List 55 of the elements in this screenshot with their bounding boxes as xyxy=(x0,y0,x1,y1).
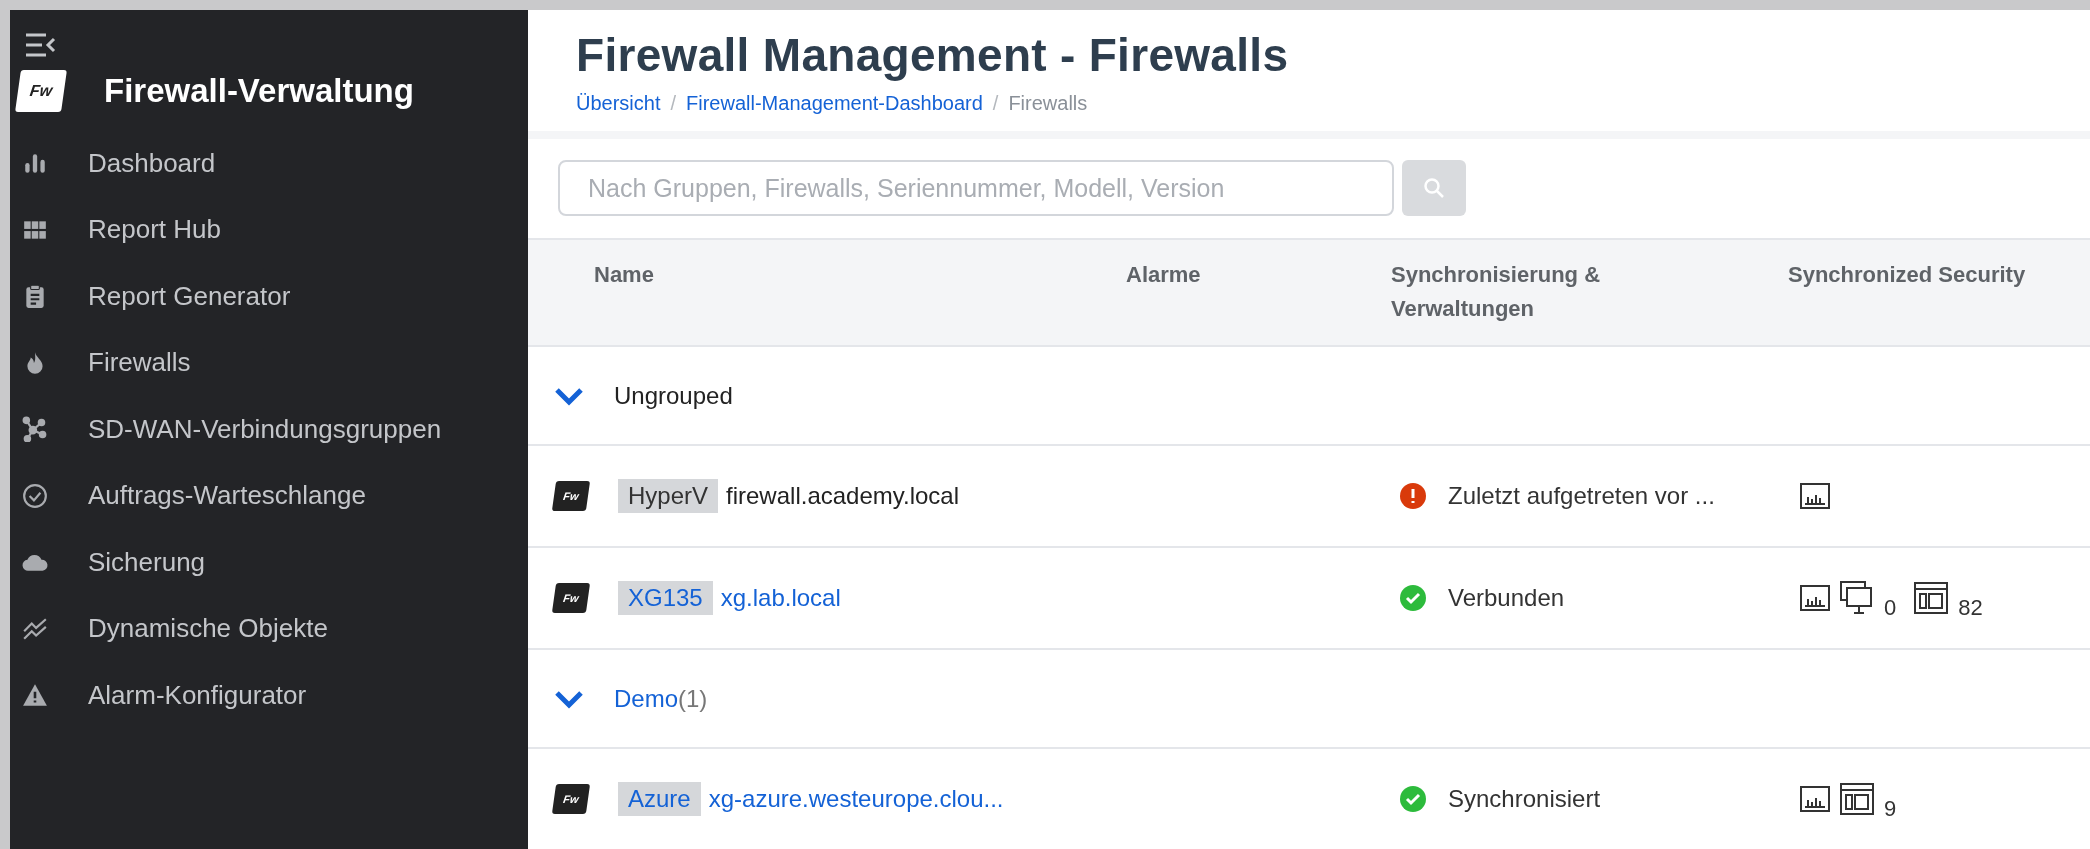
chart-icon[interactable] xyxy=(1800,786,1830,812)
column-header: Alarme xyxy=(1126,260,1201,289)
column-header: Synchronized Security xyxy=(1788,260,2026,289)
warning-icon xyxy=(22,682,48,709)
hostname-link[interactable]: xg.lab.local xyxy=(720,584,841,612)
check-icon xyxy=(1400,585,1426,611)
check-icon xyxy=(1400,786,1426,812)
column-header: Name xyxy=(594,260,654,289)
chevron-icon[interactable] xyxy=(554,385,584,406)
breadcrumb-link[interactable]: Übersicht xyxy=(576,92,661,115)
breadcrumb-separator: / xyxy=(992,92,999,115)
sidebar-item[interactable]: Alarm-Konfigurator xyxy=(10,662,528,729)
status-text: Synchronisiert xyxy=(1448,785,1601,813)
menu-icon[interactable] xyxy=(24,32,56,58)
sidebar-item[interactable]: Auftrags-Warteschlange xyxy=(10,462,528,529)
chart-icon[interactable] xyxy=(1800,585,1830,611)
sidebar-item[interactable]: Sicherung xyxy=(10,529,528,596)
hostname-link[interactable]: xg-azure.westeurope.clou... xyxy=(708,785,1004,813)
error-icon xyxy=(1400,483,1426,509)
check-circle-icon xyxy=(22,482,48,509)
brand-logo: Fw xyxy=(15,70,67,112)
sidebar-item[interactable]: Firewalls xyxy=(10,329,528,396)
status-text: Verbunden xyxy=(1448,584,1565,612)
page-title: Firewall Management - Firewalls xyxy=(576,28,1290,82)
brand-title: Firewall-Verwaltung xyxy=(104,72,414,110)
model-tag: Azure xyxy=(618,782,701,816)
chevron-icon[interactable] xyxy=(554,688,584,709)
breadcrumb-link[interactable]: Firewall-Management-Dashboard xyxy=(686,92,983,115)
sidebar-item[interactable]: Report Hub xyxy=(10,196,528,263)
column-header: Synchronisierung & Verwaltungen xyxy=(1391,260,1602,323)
group-name[interactable]: Demo(1) xyxy=(614,684,708,713)
search-icon xyxy=(1423,177,1445,200)
chart-icon[interactable] xyxy=(1800,483,1830,509)
breadcrumb-separator: / xyxy=(670,92,677,115)
sidebar-item[interactable]: Report Generator xyxy=(10,263,528,330)
breadcrumb-current: Firewalls xyxy=(1008,92,1088,115)
sidebar-item[interactable]: Dashboard xyxy=(10,130,528,197)
sidebar-item[interactable]: Dynamische Objekte xyxy=(10,595,528,662)
firewall-logo: Fw xyxy=(551,481,591,511)
status-text: Zuletzt aufgetreten vor ... xyxy=(1448,482,1715,510)
count: 82 xyxy=(1958,595,1983,621)
window-icon[interactable] xyxy=(1914,582,1949,614)
search-field[interactable]: Nach Gruppen, Firewalls, Seriennummer, Modell, Version xyxy=(558,160,1394,217)
model-tag: HyperV xyxy=(618,479,719,513)
count: 0 xyxy=(1884,595,1897,621)
hostname: firewall.academy.local xyxy=(726,482,959,510)
group-name: Ungrouped xyxy=(614,381,733,410)
firewall-logo: Fw xyxy=(551,784,591,814)
count: 9 xyxy=(1884,796,1897,822)
firewall-logo: Fw xyxy=(551,583,591,613)
monitor-icon[interactable] xyxy=(1840,581,1874,615)
nodes-icon xyxy=(22,416,48,443)
window-icon[interactable] xyxy=(1840,783,1874,815)
model-tag: XG135 xyxy=(618,581,713,615)
sidebar-item[interactable]: SD-WAN-Verbindungsgruppen xyxy=(10,396,528,463)
